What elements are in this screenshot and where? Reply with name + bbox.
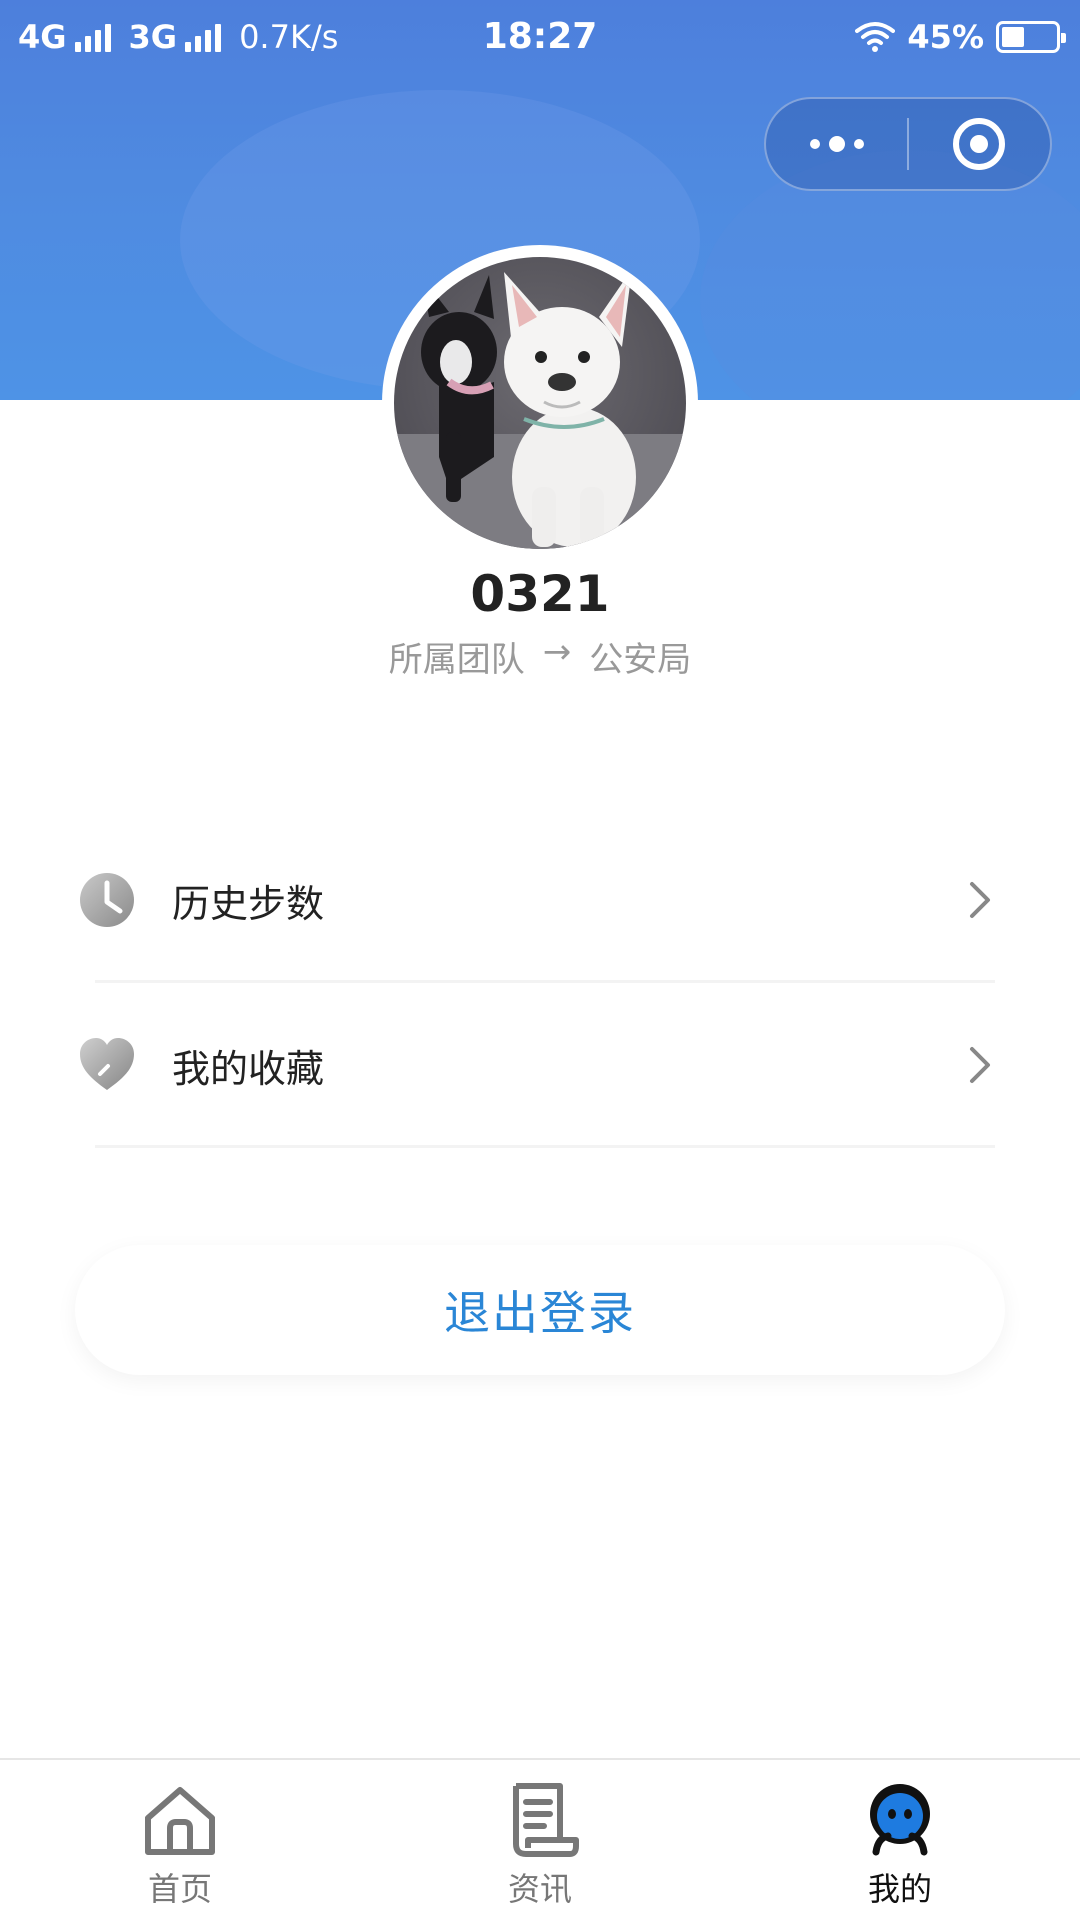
profile-icon — [870, 1784, 930, 1856]
tab-bar: 首页 资讯 我的 — [0, 1758, 1080, 1920]
team-name: 公安局 — [589, 640, 692, 680]
menu-item-history-steps[interactable]: 历史步数 — [70, 835, 1010, 965]
avatar[interactable] — [394, 257, 686, 549]
tab-profile[interactable]: 我的 — [720, 1760, 1080, 1920]
team-arrow: → — [542, 632, 572, 672]
battery-icon — [996, 21, 1066, 53]
miniprogram-capsule — [764, 97, 1052, 191]
menu-item-favorites[interactable]: 我的收藏 — [70, 1000, 1010, 1130]
chevron-right-icon — [970, 882, 990, 918]
tab-label: 我的 — [867, 1870, 932, 1908]
menu-divider — [95, 980, 995, 983]
tab-news[interactable]: 资讯 — [360, 1760, 720, 1920]
news-icon — [513, 1783, 579, 1857]
menu-item-label: 历史步数 — [172, 881, 325, 926]
battery-percent: 45% — [907, 18, 984, 56]
wifi-icon — [855, 22, 896, 52]
avatar-frame — [382, 245, 698, 561]
team-info: 所属团队 → 公安局 — [0, 632, 1080, 681]
username: 0321 — [470, 565, 610, 623]
logout-button[interactable]: 退出登录 — [75, 1245, 1005, 1375]
more-dots-icon[interactable] — [766, 99, 907, 189]
tab-label: 首页 — [147, 1870, 212, 1908]
profile-page: 4G 3G 0.7K/s 18:27 45% 0321 所属团队 → 公安局 历… — [0, 0, 1080, 1920]
target-close-icon[interactable] — [909, 99, 1050, 189]
clock-icon — [80, 873, 134, 927]
status-bar: 4G 3G 0.7K/s 18:27 45% — [0, 0, 1080, 76]
menu-item-label: 我的收藏 — [172, 1046, 325, 1091]
tab-label: 资讯 — [507, 1870, 572, 1908]
menu-divider — [95, 1145, 995, 1148]
team-label: 所属团队 — [388, 640, 525, 680]
tab-home[interactable]: 首页 — [0, 1760, 360, 1920]
heart-icon — [80, 1038, 134, 1090]
home-icon — [145, 1787, 215, 1855]
chevron-right-icon — [970, 1047, 990, 1083]
